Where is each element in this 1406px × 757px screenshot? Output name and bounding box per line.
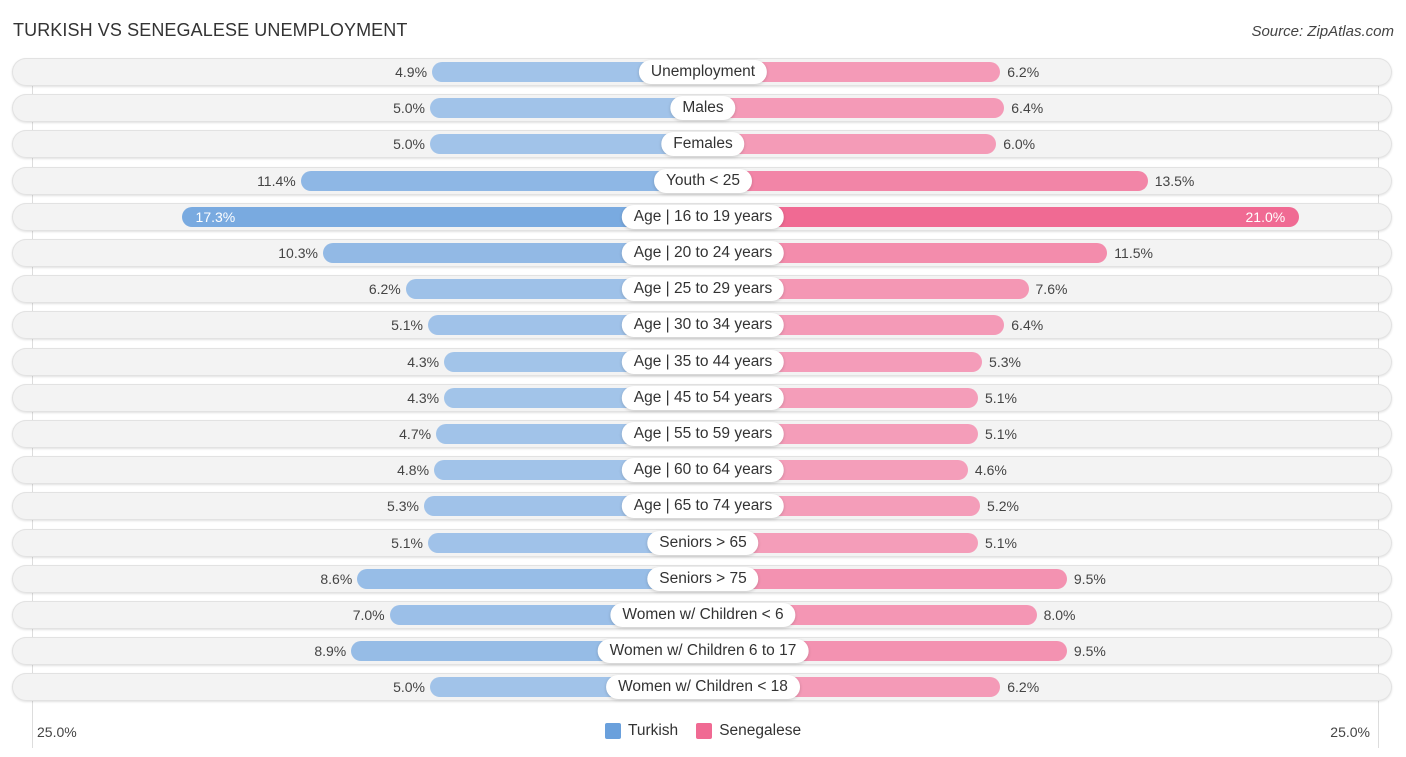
category-label: Age | 60 to 64 years	[621, 458, 785, 483]
category-label: Age | 16 to 19 years	[621, 204, 785, 229]
value-label-senegalese: 5.2%	[987, 498, 1019, 515]
category-label: Age | 25 to 29 years	[621, 277, 785, 302]
category-label: Age | 65 to 74 years	[621, 494, 785, 519]
value-label-turkish: 4.3%	[407, 389, 440, 406]
value-label-senegalese: 9.5%	[1073, 570, 1106, 587]
category-label: Age | 35 to 44 years	[621, 349, 785, 374]
value-label-turkish: 4.8%	[397, 462, 430, 479]
value-label-turkish: 8.9%	[314, 643, 347, 660]
value-label-turkish: 6.2%	[368, 281, 401, 298]
legend-label-senegalese: Senegalese	[719, 722, 802, 739]
value-label-senegalese: 6.4%	[1011, 100, 1044, 117]
category-label: Males	[670, 96, 736, 121]
bar-senegalese[interactable]	[703, 170, 1148, 191]
category-label: Age | 45 to 54 years	[621, 385, 785, 410]
legend-label-turkish: Turkish	[627, 722, 679, 739]
value-label-senegalese: 5.1%	[985, 534, 1017, 551]
value-label-senegalese: 5.3%	[989, 353, 1021, 370]
value-label-senegalese: 11.5%	[1114, 245, 1153, 261]
value-label-turkish: 5.0%	[393, 679, 425, 696]
value-label-turkish: 4.9%	[395, 64, 428, 80]
category-label: Seniors > 75	[647, 566, 759, 591]
legend-item-senegalese[interactable]: Senegalese	[696, 722, 801, 740]
value-label-turkish: 7.0%	[352, 607, 385, 623]
value-label-turkish: 5.0%	[393, 100, 425, 117]
legend-swatch-senegalese	[696, 723, 713, 739]
value-label-turkish: 4.3%	[407, 353, 440, 370]
value-label-senegalese: 4.6%	[974, 462, 1007, 479]
value-label-turkish: 11.4%	[257, 172, 296, 189]
value-label-senegalese: 6.2%	[1007, 679, 1040, 696]
value-label-senegalese: 8.0%	[1043, 607, 1076, 623]
source-label: Source: ZipAtlas.com	[1251, 23, 1394, 40]
category-label: Females	[661, 132, 745, 157]
value-label-turkish: 5.1%	[391, 534, 423, 551]
value-label-senegalese: 13.5%	[1154, 172, 1195, 189]
bar-turkish[interactable]	[430, 98, 703, 119]
category-label: Age | 55 to 59 years	[621, 422, 785, 446]
category-label: Unemployment	[638, 60, 768, 84]
value-label-turkish: 17.3%	[195, 208, 236, 225]
bar-senegalese[interactable]	[703, 206, 1300, 227]
value-label-turkish: 10.3%	[278, 245, 318, 261]
value-label-turkish: 5.0%	[393, 136, 425, 153]
chart-title: TURKISH VS SENEGALESE UNEMPLOYMENT	[13, 20, 408, 40]
bar-senegalese[interactable]	[703, 134, 997, 155]
category-label: Age | 20 to 24 years	[621, 241, 785, 265]
value-label-senegalese: 6.2%	[1007, 64, 1040, 80]
bar-turkish[interactable]	[300, 170, 703, 191]
value-label-senegalese: 6.4%	[1011, 317, 1044, 334]
legend: Turkish Senegalese	[0, 722, 1406, 740]
category-label: Youth < 25	[654, 168, 752, 193]
bar-senegalese[interactable]	[703, 98, 1005, 119]
value-label-turkish: 4.7%	[399, 426, 432, 442]
value-label-senegalese: 5.1%	[985, 426, 1017, 442]
value-label-turkish: 5.1%	[391, 317, 423, 334]
value-label-turkish: 5.3%	[387, 498, 419, 515]
category-label: Age | 30 to 34 years	[621, 313, 785, 338]
value-label-turkish: 8.6%	[320, 570, 353, 587]
category-label: Women w/ Children 6 to 17	[597, 639, 809, 664]
value-label-senegalese: 7.6%	[1035, 281, 1068, 298]
value-label-senegalese: 6.0%	[1003, 136, 1036, 153]
category-label: Women w/ Children < 18	[606, 675, 800, 700]
legend-swatch-turkish	[604, 723, 621, 739]
legend-item-turkish[interactable]: Turkish	[604, 722, 679, 740]
value-label-senegalese: 5.1%	[985, 389, 1017, 406]
category-label: Seniors > 65	[647, 530, 759, 555]
value-label-senegalese: 21.0%	[1245, 208, 1286, 225]
category-label: Women w/ Children < 6	[610, 603, 796, 627]
value-label-senegalese: 9.5%	[1073, 643, 1106, 660]
